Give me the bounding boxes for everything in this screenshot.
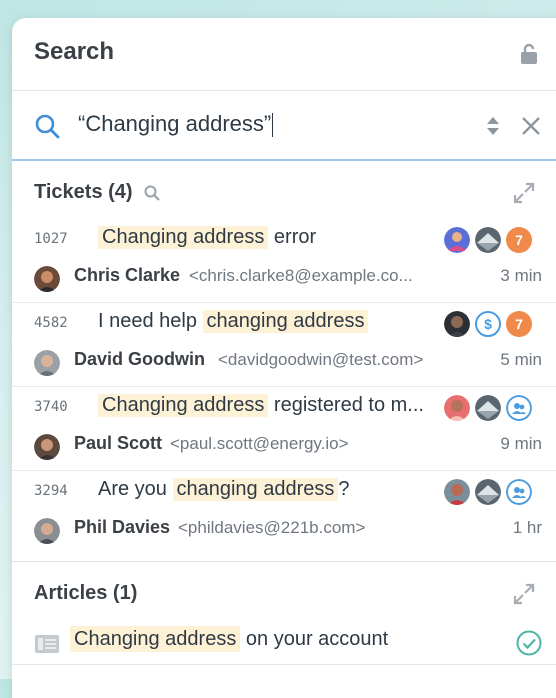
lock-icon[interactable] bbox=[517, 42, 541, 66]
team-avatar bbox=[475, 479, 501, 505]
tickets-heading: Tickets (4) bbox=[34, 181, 160, 204]
customer-name: David Goodwin bbox=[74, 349, 206, 369]
article-title: Changing address on your account bbox=[70, 626, 389, 652]
ticket-time: 3 min bbox=[500, 266, 542, 285]
customer-email: <chris.clarke8@example.co... bbox=[189, 266, 413, 285]
subject-rest: ? bbox=[338, 478, 350, 500]
expand-icon[interactable] bbox=[512, 181, 536, 205]
ticket-id: 3294 bbox=[34, 483, 68, 499]
articles-section-header: Articles (1) bbox=[12, 562, 556, 620]
text-caret bbox=[272, 113, 274, 138]
panel-title: Search bbox=[34, 38, 115, 65]
search-input[interactable]: “Changing address” bbox=[78, 111, 274, 138]
group-icon bbox=[506, 395, 532, 421]
ticket-subject: Are you changing address? bbox=[98, 478, 350, 501]
article-icon bbox=[35, 635, 59, 653]
ticket-id: 1027 bbox=[34, 231, 68, 247]
subject-prefix: Are you bbox=[98, 478, 167, 500]
ticket-participants bbox=[444, 479, 532, 505]
subject-highlight: changing address bbox=[172, 478, 339, 501]
ticket-time: 5 min bbox=[500, 350, 542, 369]
team-avatar bbox=[475, 227, 501, 253]
subject-prefix: I need help bbox=[98, 310, 197, 332]
ticket-subject: Changing address registered to m... bbox=[98, 394, 424, 417]
customer-avatar bbox=[34, 266, 60, 292]
ticket-time: 1 hr bbox=[512, 518, 542, 537]
customer-avatar bbox=[34, 434, 60, 460]
ticket-participants bbox=[444, 395, 532, 421]
expand-icon[interactable] bbox=[512, 582, 536, 606]
search-panel: Search “Changing address” Tickets (4) 10… bbox=[12, 18, 556, 698]
customer-email: <davidgoodwin@test.com> bbox=[218, 350, 424, 369]
ticket-row[interactable]: 3294 Are you changing address? Phil Davi… bbox=[12, 471, 556, 561]
search-query-text: “Changing address” bbox=[78, 111, 272, 136]
subject-rest: registered to m... bbox=[273, 394, 424, 416]
ticket-participants: 7 bbox=[444, 227, 532, 253]
priority-badge: 7 bbox=[506, 311, 532, 337]
customer-avatar bbox=[34, 350, 60, 376]
agent-avatar bbox=[444, 479, 470, 505]
search-icon bbox=[35, 114, 60, 139]
customer-avatar bbox=[34, 518, 60, 544]
agent-avatar bbox=[444, 227, 470, 253]
subject-rest: error bbox=[273, 226, 317, 248]
ticket-id: 4582 bbox=[34, 315, 68, 331]
customer-name: Chris Clarke bbox=[74, 265, 181, 285]
close-icon[interactable] bbox=[520, 115, 542, 137]
ticket-row[interactable]: 4582 I need help changing address $ 7 Da… bbox=[12, 303, 556, 387]
tickets-section-header: Tickets (4) bbox=[12, 161, 556, 219]
search-bar: “Changing address” bbox=[12, 91, 556, 161]
panel-header: Search bbox=[12, 18, 556, 91]
article-title-highlight: Changing address bbox=[70, 626, 241, 652]
article-title-rest: on your account bbox=[245, 628, 389, 650]
customer-name: Paul Scott bbox=[74, 433, 163, 453]
subject-highlight: Changing address bbox=[98, 394, 269, 417]
customer-email: <phildavies@221b.com> bbox=[178, 518, 366, 537]
divider bbox=[12, 664, 556, 665]
tickets-heading-text: Tickets (4) bbox=[34, 181, 133, 203]
ticket-subject: I need help changing address bbox=[98, 310, 369, 333]
subject-highlight: Changing address bbox=[98, 226, 269, 249]
articles-heading: Articles (1) bbox=[34, 582, 138, 604]
customer-email: <paul.scott@energy.io> bbox=[170, 434, 349, 453]
agent-avatar bbox=[444, 395, 470, 421]
group-icon bbox=[506, 479, 532, 505]
ticket-row[interactable]: 3740 Changing address registered to m... bbox=[12, 387, 556, 471]
article-row[interactable]: Changing address on your account bbox=[12, 620, 556, 670]
search-icon[interactable] bbox=[144, 185, 160, 201]
ticket-id: 3740 bbox=[34, 399, 68, 415]
ticket-row[interactable]: 1027 Changing address error 7 Chris Clar… bbox=[12, 219, 556, 303]
check-circle-icon bbox=[516, 630, 542, 656]
sort-icon[interactable] bbox=[484, 115, 502, 137]
subject-highlight: changing address bbox=[202, 310, 369, 333]
dollar-icon: $ bbox=[475, 311, 501, 337]
priority-badge: 7 bbox=[506, 227, 532, 253]
customer-name: Phil Davies bbox=[74, 517, 171, 537]
team-avatar bbox=[475, 395, 501, 421]
ticket-participants: $ 7 bbox=[444, 311, 532, 337]
ticket-subject: Changing address error bbox=[98, 226, 316, 249]
ticket-time: 9 min bbox=[500, 434, 542, 453]
agent-avatar bbox=[444, 311, 470, 337]
